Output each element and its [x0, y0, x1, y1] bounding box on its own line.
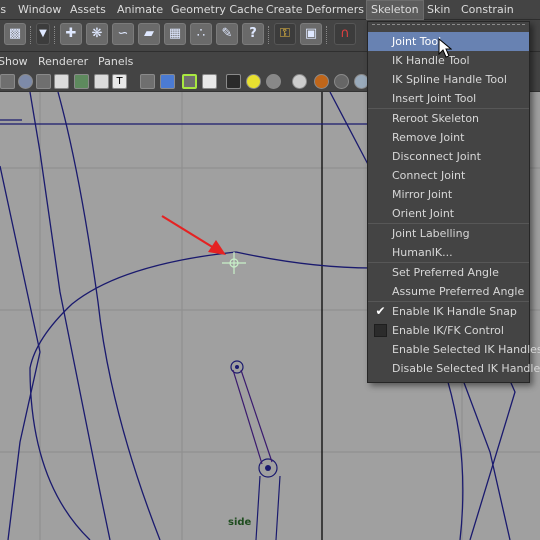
half-sphere-icon[interactable]	[334, 74, 349, 89]
toolbar-separator	[54, 26, 56, 44]
menu-item-enable-ik-fk-control[interactable]: Enable IK/FK Control	[368, 321, 529, 340]
menu-window[interactable]: Window	[18, 0, 61, 20]
light-icon[interactable]	[246, 74, 261, 89]
plane-icon[interactable]: ▰	[138, 23, 160, 45]
toolbar-separator	[268, 26, 270, 44]
menu-geometry-cache[interactable]: Geometry Cache	[171, 0, 264, 20]
checker-ball-icon[interactable]	[226, 74, 241, 89]
panel-menu-panels[interactable]: Panels	[98, 52, 133, 72]
annotation-arrow	[161, 215, 226, 255]
wire-icon[interactable]	[36, 74, 51, 89]
menu-item-set-preferred-angle[interactable]: Set Preferred Angle	[368, 263, 529, 282]
toolbar-separator	[30, 26, 32, 44]
magnet-icon[interactable]: ∩	[334, 23, 356, 45]
text-icon[interactable]	[94, 74, 109, 89]
mouse-pointer-icon	[438, 38, 452, 58]
joint-tool-cursor	[222, 252, 246, 274]
collapse-arrow-icon[interactable]: ▼	[36, 23, 50, 45]
checker-icon[interactable]	[54, 74, 69, 89]
checkbox-icon[interactable]	[374, 324, 387, 337]
panel-menu-renderer[interactable]: Renderer	[38, 52, 88, 72]
menu-item-reroot-skeleton[interactable]: Reroot Skeleton	[368, 109, 529, 128]
menu-animate[interactable]: Animate	[117, 0, 163, 20]
viewport-view-label: side	[228, 517, 252, 528]
menu-item-insert-joint-tool[interactable]: Insert Joint Tool	[368, 89, 529, 108]
help-icon[interactable]: ?	[242, 23, 264, 45]
menu-item-joint-labelling[interactable]: Joint Labelling	[368, 224, 529, 243]
wire-cube-icon[interactable]	[202, 74, 217, 89]
lock-icon[interactable]: ⚿	[274, 23, 296, 45]
menu-item-ik-spline-handle-tool[interactable]: IK Spline Handle Tool	[368, 70, 529, 89]
orange-sphere-icon[interactable]	[314, 74, 329, 89]
grid-icon[interactable]	[0, 74, 15, 89]
menu-create-deformers[interactable]: Create Deformers	[266, 0, 364, 20]
menu-assets[interactable]: Assets	[70, 0, 106, 20]
checkmark-icon[interactable]: ✔	[374, 305, 387, 318]
text-T-icon[interactable]: T	[112, 74, 127, 89]
move-tool-icon[interactable]: ✚	[60, 23, 82, 45]
panel-menu-show[interactable]: Show	[0, 52, 28, 72]
menu-item-humanik[interactable]: HumanIK...	[368, 243, 529, 262]
menu-item-enable-ik-handle-snap[interactable]: ✔ Enable IK Handle Snap	[368, 302, 529, 321]
snap-icon[interactable]: ▣	[300, 23, 322, 45]
menu-item-assume-preferred-angle[interactable]: Assume Preferred Angle	[368, 282, 529, 301]
menu-item-connect-joint[interactable]: Connect Joint	[368, 166, 529, 185]
gray-sphere-icon[interactable]	[292, 74, 307, 89]
texture-icon[interactable]	[74, 74, 89, 89]
dot-icon[interactable]	[266, 74, 281, 89]
select-icon[interactable]: ▩	[4, 23, 26, 45]
sphere-icon[interactable]	[18, 74, 33, 89]
menu-item-label: Enable IK/FK Control	[392, 324, 504, 337]
camera-icon[interactable]	[182, 74, 197, 89]
blue-cube-icon[interactable]	[160, 74, 175, 89]
leg-joint-chain[interactable]	[230, 360, 281, 540]
menu-item-remove-joint[interactable]: Remove Joint	[368, 128, 529, 147]
menu-item-disconnect-joint[interactable]: Disconnect Joint	[368, 147, 529, 166]
toolbar-separator	[326, 26, 328, 44]
main-menubar: ts Window Assets Animate Geometry Cache …	[0, 0, 540, 20]
lattice-icon[interactable]: ▦	[164, 23, 186, 45]
menu-prev-truncated[interactable]: ts	[0, 0, 6, 20]
cube-icon[interactable]	[140, 74, 155, 89]
menu-skin[interactable]: Skin	[427, 0, 450, 20]
menu-item-label: Enable IK Handle Snap	[392, 305, 517, 318]
menu-item-orient-joint[interactable]: Orient Joint	[368, 204, 529, 223]
menu-item-disable-selected-ik-handles[interactable]: Disable Selected IK Handles	[368, 359, 540, 378]
skeleton-dropdown-menu: Joint Tool IK Handle Tool IK Spline Hand…	[367, 21, 540, 383]
menu-tearoff-handle[interactable]	[372, 24, 525, 32]
particles-icon[interactable]: ∴	[190, 23, 212, 45]
joint-tool-icon[interactable]: ❋	[86, 23, 108, 45]
menu-item-enable-selected-ik-handles[interactable]: Enable Selected IK Handles	[368, 340, 540, 359]
paint-icon[interactable]: ✎	[216, 23, 238, 45]
menu-constrain[interactable]: Constrain	[461, 0, 514, 20]
menu-item-mirror-joint[interactable]: Mirror Joint	[368, 185, 529, 204]
ik-handle-icon[interactable]: ∽	[112, 23, 134, 45]
menu-skeleton[interactable]: Skeleton	[366, 0, 424, 20]
